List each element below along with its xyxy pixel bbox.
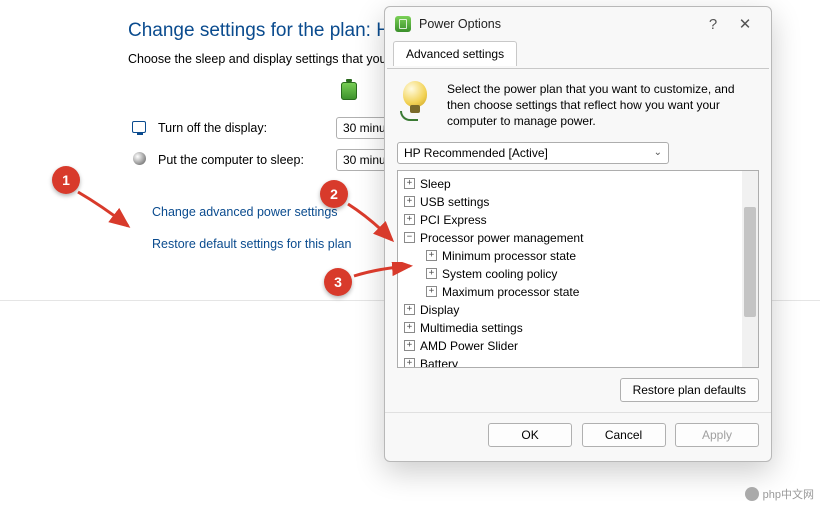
lightbulb-icon (397, 81, 437, 121)
tree-node[interactable]: + Maximum processor state (402, 283, 754, 301)
tree-node-label: USB settings (420, 195, 489, 209)
tree-node-label: Display (420, 303, 459, 317)
tree-node[interactable]: −Processor power management (402, 229, 754, 247)
tree-node[interactable]: + System cooling policy (402, 265, 754, 283)
watermark: php中文网 (745, 486, 814, 502)
watermark-icon (745, 487, 759, 501)
expand-icon[interactable]: + (404, 322, 415, 333)
plan-select-value: HP Recommended [Active] (404, 146, 654, 160)
expand-icon[interactable]: + (404, 214, 415, 225)
help-button[interactable]: ? (697, 9, 729, 39)
sleep-timeout-label: Put the computer to sleep: (158, 153, 336, 167)
battery-icon (338, 80, 362, 102)
tab-advanced-settings[interactable]: Advanced settings (393, 41, 517, 66)
chevron-down-icon: ⌄ (654, 147, 662, 158)
scrollbar-thumb[interactable] (744, 207, 756, 317)
monitor-icon (132, 121, 146, 133)
moon-icon (133, 152, 146, 165)
tree-node-label: Multimedia settings (420, 321, 523, 335)
annotation-badge-3: 3 (324, 268, 352, 296)
tree-node-label: Processor power management (420, 231, 583, 245)
tree-node-label: AMD Power Slider (420, 339, 518, 353)
tree-node-label: Maximum processor state (442, 285, 579, 299)
settings-tree[interactable]: +Sleep+USB settings+PCI Express−Processo… (397, 170, 759, 368)
tree-node[interactable]: + PCI Express (402, 211, 754, 229)
expand-icon[interactable]: + (404, 178, 415, 189)
display-timeout-label: Turn off the display: (158, 121, 336, 135)
tree-node[interactable]: + Multimedia settings (402, 319, 754, 337)
dialog-title: Power Options (419, 17, 697, 31)
tree-node-label: Sleep (420, 177, 451, 191)
tree-node[interactable]: + Sleep (402, 175, 754, 193)
apply-button[interactable]: Apply (675, 423, 759, 447)
annotation-badge-1: 1 (52, 166, 80, 194)
tree-node[interactable]: + USB settings (402, 193, 754, 211)
expand-icon[interactable]: + (404, 358, 415, 368)
tree-node-label: System cooling policy (442, 267, 557, 281)
tree-node[interactable]: + Battery (402, 355, 754, 368)
tab-body: Select the power plan that you want to c… (385, 69, 771, 412)
tree-node[interactable]: + AMD Power Slider (402, 337, 754, 355)
expand-icon[interactable]: + (426, 268, 437, 279)
power-options-dialog: Power Options ? ✕ Advanced settings Sele… (384, 6, 772, 462)
tree-node-label: PCI Express (420, 213, 487, 227)
power-options-icon (395, 16, 411, 32)
expand-icon[interactable]: + (426, 250, 437, 261)
expand-icon[interactable]: + (404, 304, 415, 315)
expand-icon[interactable]: + (426, 286, 437, 297)
expand-icon[interactable]: + (404, 340, 415, 351)
dialog-titlebar[interactable]: Power Options ? ✕ (385, 7, 771, 41)
expand-icon[interactable]: + (404, 196, 415, 207)
restore-plan-defaults-button[interactable]: Restore plan defaults (620, 378, 759, 402)
intro-text: Select the power plan that you want to c… (447, 81, 759, 130)
tree-node[interactable]: + Minimum processor state (402, 247, 754, 265)
close-button[interactable]: ✕ (729, 9, 761, 39)
tree-node[interactable]: + Display (402, 301, 754, 319)
cancel-button[interactable]: Cancel (582, 423, 666, 447)
watermark-text: php中文网 (763, 486, 814, 502)
plan-select-combo[interactable]: HP Recommended [Active] ⌄ (397, 142, 669, 164)
annotation-badge-2: 2 (320, 180, 348, 208)
scrollbar[interactable] (742, 171, 758, 367)
collapse-icon[interactable]: − (404, 232, 415, 243)
ok-button[interactable]: OK (488, 423, 572, 447)
tab-row: Advanced settings (385, 41, 771, 69)
tree-node-label: Battery (420, 357, 458, 368)
tree-node-label: Minimum processor state (442, 249, 576, 263)
dialog-footer: OK Cancel Apply (385, 412, 771, 461)
